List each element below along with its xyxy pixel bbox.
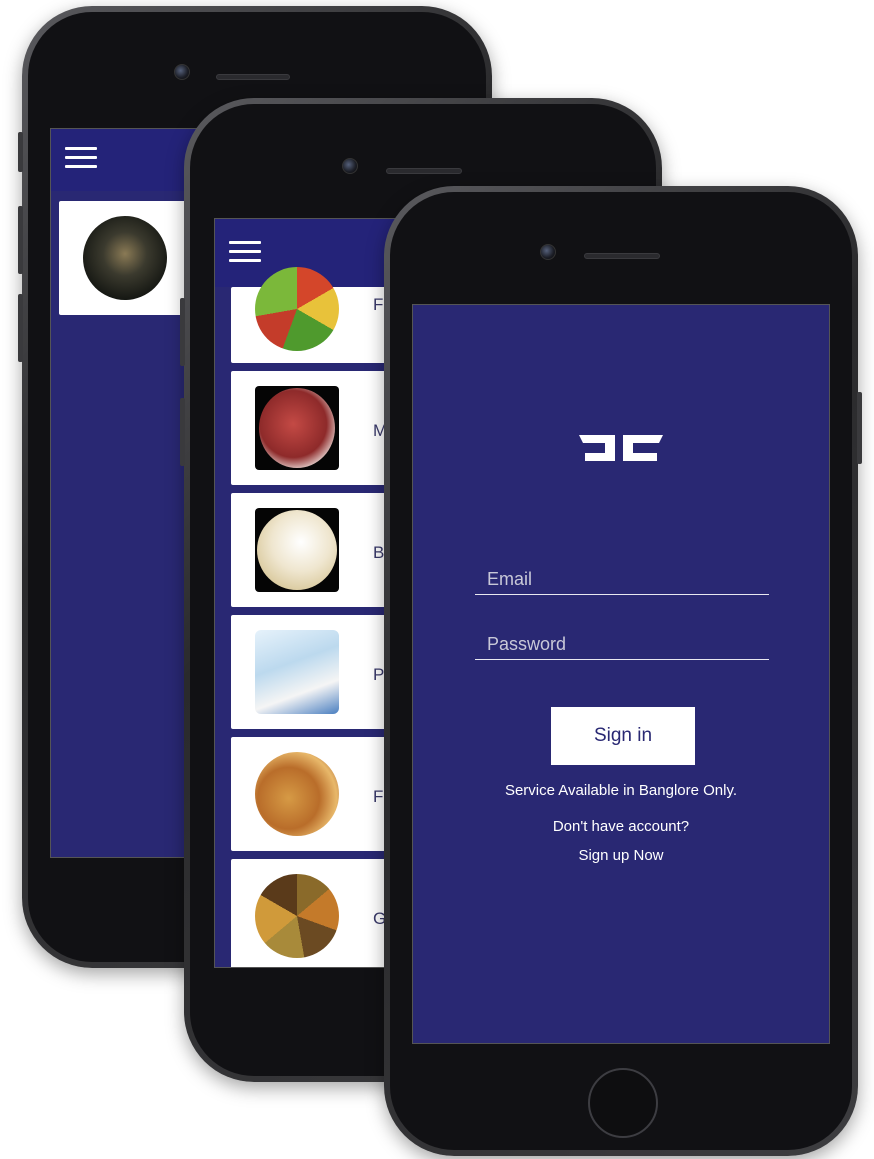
mute-switch [18,132,23,172]
no-account-text: Don't have account? [552,818,690,835]
food-image [255,752,339,836]
password-field[interactable] [475,632,769,660]
hamburger-icon[interactable] [229,241,261,263]
volume-down-button [18,294,23,362]
sign-in-button[interactable]: Sign in [551,707,695,765]
volume-up-button [180,298,185,366]
category-label: B [373,543,385,562]
brand-logo [579,435,663,461]
home-button[interactable] [588,1068,658,1138]
earpiece-speaker [216,74,290,80]
earpiece-speaker [584,253,660,259]
category-label: P [373,665,385,684]
category-label: F [373,787,384,806]
power-button [857,392,862,464]
vegetables-image [255,267,339,351]
front-camera [174,64,190,80]
login-screen: Sign in Service Available in Banglore On… [412,304,830,1044]
personal-care-image [255,630,339,714]
sign-up-link[interactable]: Sign up Now [413,847,829,864]
grains-spices-image [255,874,339,958]
volume-up-button [18,206,23,274]
earpiece-speaker [386,168,462,174]
store-interior-thumbnail [83,216,167,300]
volume-down-button [180,398,185,466]
service-note: Service Available in Banglore Only. [504,782,738,799]
email-field[interactable] [475,567,769,595]
dairy-image [255,508,339,592]
front-camera [342,158,358,174]
category-label: F [373,295,384,314]
meat-image [255,386,339,470]
front-phone: Sign in Service Available in Banglore On… [384,186,862,1156]
hamburger-icon[interactable] [65,147,97,169]
front-camera [540,244,556,260]
